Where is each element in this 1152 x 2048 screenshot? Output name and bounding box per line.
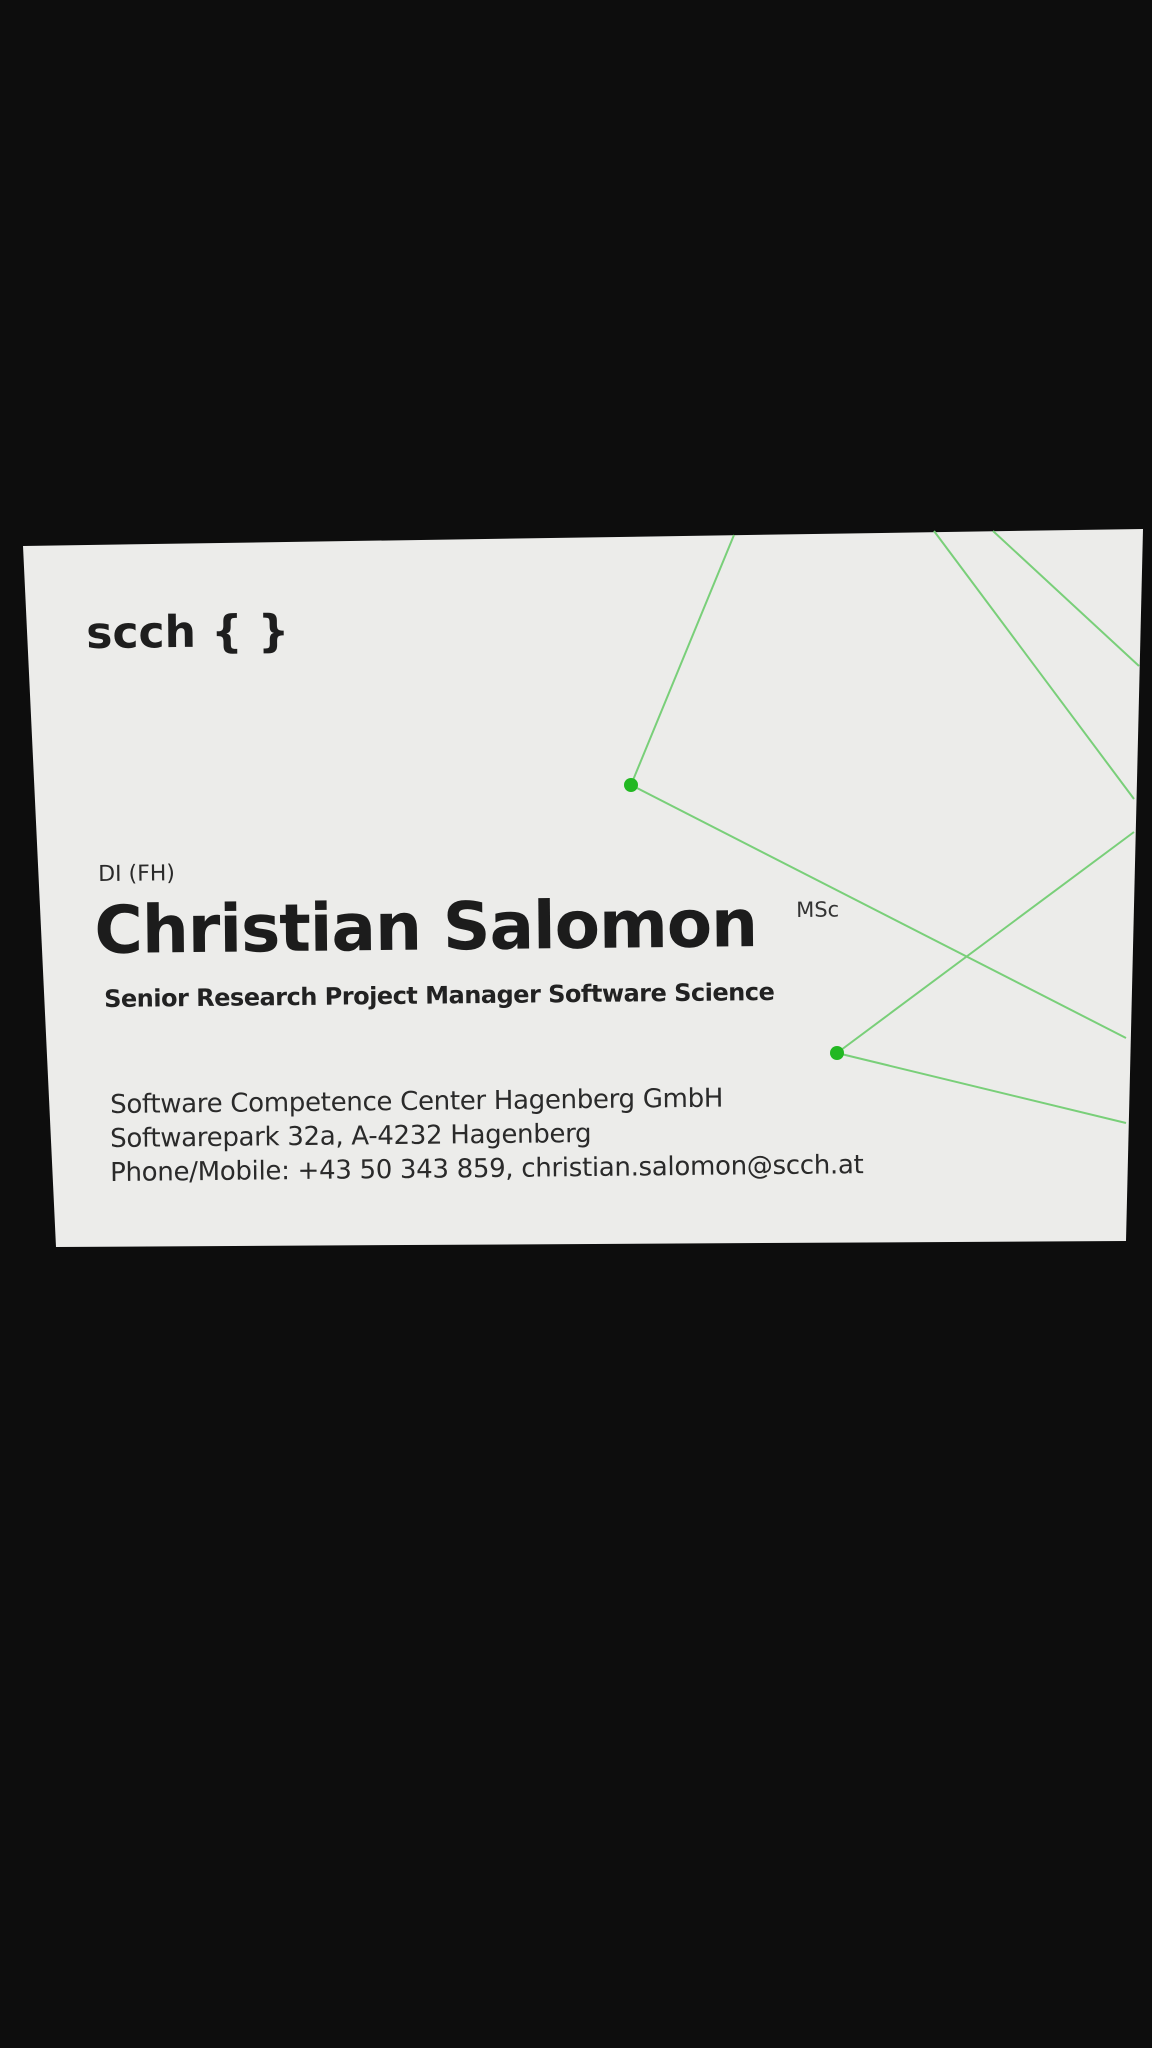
academic-suffix: MSc bbox=[796, 897, 840, 922]
address: Softwarepark 32a, A-4232 Hagenberg bbox=[110, 1118, 592, 1154]
network-node bbox=[830, 1046, 844, 1060]
academic-prefix: DI (FH) bbox=[98, 861, 176, 887]
company-logo: scch { } bbox=[86, 605, 290, 659]
business-card-graphic bbox=[23, 529, 1143, 1247]
company-name: Software Competence Center Hagenberg Gmb… bbox=[110, 1083, 724, 1120]
network-node bbox=[624, 778, 638, 792]
person-name: Christian Salomon bbox=[94, 885, 758, 969]
